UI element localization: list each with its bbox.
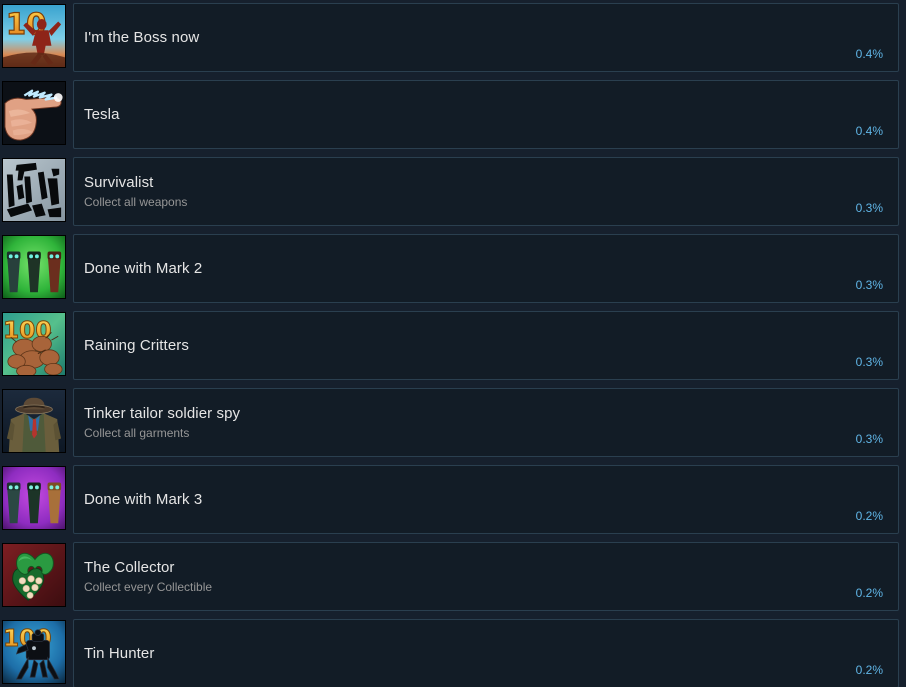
achievement-icon-done-with-mark-2 [2,235,66,299]
achievement-text: Tesla [74,105,856,125]
achievement-title: I'm the Boss now [84,28,200,46]
achievement-row[interactable]: 10 I'm the Boss now 0.4% [0,0,906,77]
achievement-title: Raining Critters [84,336,189,354]
achievement-icon-art [3,467,65,529]
achievement-detail-box: Survivalist Collect all weapons 0.3% [73,157,899,226]
achievement-detail-box: Done with Mark 2 0.3% [73,234,899,303]
achievement-detail-box: Tesla 0.4% [73,80,899,149]
achievement-icon-art [3,159,65,221]
achievement-global-percent: 0.3% [855,278,883,292]
achievement-row[interactable]: 100 Raining Critters 0.3% [0,308,906,385]
achievement-row[interactable]: Tinker tailor soldier spy Collect all gar… [0,385,906,462]
achievement-row[interactable]: Survivalist Collect all weapons 0.3% [0,154,906,231]
achievement-text: Done with Mark 3 [74,490,856,510]
achievement-title: The Collector [84,559,175,576]
achievement-title: Survivalist [84,174,154,191]
achievement-icon-tin-hunter: 100 [2,620,66,684]
achievement-text: The Collector Collect every Collectible [74,558,856,595]
achievement-icon-art: 10 [3,5,65,67]
achievement-row[interactable]: Done with Mark 2 0.3% [0,231,906,308]
achievement-text: Survivalist Collect all weapons [74,173,856,210]
achievement-title: Done with Mark 3 [84,490,203,508]
achievement-description: Collect every Collectible [84,580,213,594]
achievement-text: Done with Mark 2 [74,259,856,279]
achievement-icon-im-the-boss-now: 10 [2,4,66,68]
achievement-global-percent: 0.3% [855,355,883,369]
achievement-icon-tesla [2,81,66,145]
achievement-description: Collect all garments [84,426,190,440]
achievement-title: Tinker tailor soldier spy [84,405,241,422]
achievement-icon-tinker-tailor-soldier-spy [2,389,66,453]
achievement-icon-the-collector [2,543,66,607]
achievement-text: Raining Critters [74,336,856,356]
achievement-icon-art: 100 [3,313,65,375]
achievement-global-percent: 0.3% [855,432,883,446]
achievement-row[interactable]: Done with Mark 3 0.2% [0,462,906,539]
achievement-detail-box: Tinker tailor soldier spy Collect all gar… [73,388,899,457]
achievement-global-percent: 0.4% [855,124,883,138]
achievement-global-percent: 0.2% [855,586,883,600]
achievement-detail-box: Done with Mark 3 0.2% [73,465,899,534]
achievement-icon-raining-critters: 100 [2,312,66,376]
achievement-icon-art: 100 [3,621,65,683]
achievement-icon-survivalist [2,158,66,222]
achievement-icon-done-with-mark-3 [2,466,66,530]
achievement-icon-art [3,544,65,606]
achievement-text: Tin Hunter [74,644,856,664]
achievement-row[interactable]: 100 Tin Hunter 0.2% [0,616,906,687]
achievement-text: I'm the Boss now [74,28,856,48]
achievement-title: Done with Mark 2 [84,259,203,277]
achievement-detail-box: Raining Critters 0.3% [73,311,899,380]
achievement-text: Tinker tailor soldier spy Collect all gar… [74,404,856,441]
achievement-description: Collect all weapons [84,195,188,209]
achievement-global-percent: 0.2% [855,509,883,523]
achievement-title: Tin Hunter [84,644,155,662]
achievement-title: Tesla [84,105,120,123]
achievement-list: 10 I'm the Boss now 0.4% Tesla 0.4% [0,0,906,687]
achievement-row[interactable]: The Collector Collect every Collectible 0.… [0,539,906,616]
achievement-detail-box: The Collector Collect every Collectible 0.… [73,542,899,611]
achievement-global-percent: 0.2% [855,663,883,677]
achievement-icon-art [3,236,65,298]
achievement-detail-box: Tin Hunter 0.2% [73,619,899,687]
achievement-row[interactable]: Tesla 0.4% [0,77,906,154]
achievement-global-percent: 0.4% [855,47,883,61]
achievement-detail-box: I'm the Boss now 0.4% [73,3,899,72]
achievement-icon-art [3,82,65,144]
achievement-icon-art [3,390,65,452]
achievement-global-percent: 0.3% [855,201,883,215]
